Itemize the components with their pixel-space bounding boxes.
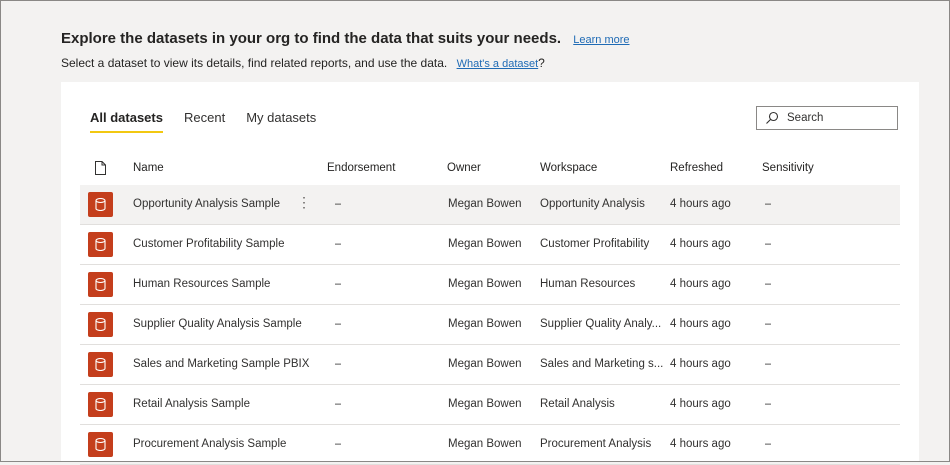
search-input[interactable] xyxy=(787,112,887,124)
table-row[interactable]: Opportunity Analysis Sample – Megan Bowe… xyxy=(80,185,900,225)
workspace-link[interactable]: Human Resources xyxy=(540,278,668,290)
dataset-icon xyxy=(88,192,113,217)
refreshed-value: 4 hours ago xyxy=(670,318,731,330)
dataset-list: Opportunity Analysis Sample – Megan Bowe… xyxy=(80,185,900,465)
table-row[interactable]: Sales and Marketing Sample PBIX – Megan … xyxy=(80,345,900,385)
owner-value: Megan Bowen xyxy=(448,398,522,410)
tab-recent[interactable]: Recent xyxy=(184,110,225,133)
tab-all-datasets[interactable]: All datasets xyxy=(90,110,163,133)
sensitivity-value: – xyxy=(765,438,772,450)
sensitivity-value: – xyxy=(765,318,772,330)
dataset-icon xyxy=(88,392,113,417)
endorsement-value: – xyxy=(335,398,342,410)
endorsement-value: – xyxy=(335,318,342,330)
dataset-name[interactable]: Sales and Marketing Sample PBIX xyxy=(133,358,323,370)
workspace-link[interactable]: Procurement Analysis xyxy=(540,438,668,450)
sensitivity-value: – xyxy=(765,358,772,370)
column-header-name[interactable]: Name xyxy=(133,162,164,174)
refreshed-value: 4 hours ago xyxy=(670,438,731,450)
dataset-icon xyxy=(88,272,113,297)
owner-value: Megan Bowen xyxy=(448,438,522,450)
column-header-owner[interactable]: Owner xyxy=(447,162,481,174)
more-options-icon[interactable]: ⋮ xyxy=(297,195,311,209)
refreshed-value: 4 hours ago xyxy=(670,238,731,250)
workspace-link[interactable]: Customer Profitability xyxy=(540,238,668,250)
search-icon xyxy=(766,111,779,124)
refreshed-value: 4 hours ago xyxy=(670,278,731,290)
sensitivity-value: – xyxy=(765,278,772,290)
dataset-icon xyxy=(88,312,113,337)
search-box[interactable] xyxy=(756,106,898,130)
column-header-sensitivity[interactable]: Sensitivity xyxy=(762,162,814,174)
column-header-refreshed[interactable]: Refreshed xyxy=(670,162,723,174)
sensitivity-value: – xyxy=(765,198,772,210)
workspace-link[interactable]: Supplier Quality Analy... xyxy=(540,318,668,330)
table-row[interactable]: Human Resources Sample – Megan Bowen Hum… xyxy=(80,265,900,305)
file-icon xyxy=(95,161,106,175)
dataset-icon xyxy=(88,352,113,377)
table-header: Name Endorsement Owner Workspace Refresh… xyxy=(80,153,900,186)
endorsement-value: – xyxy=(335,358,342,370)
whats-a-dataset-link[interactable]: What's a dataset xyxy=(457,58,539,70)
owner-value: Megan Bowen xyxy=(448,358,522,370)
dataset-icon xyxy=(88,432,113,457)
tab-bar: All datasets Recent My datasets xyxy=(90,110,337,133)
dataset-name[interactable]: Customer Profitability Sample xyxy=(133,238,323,250)
page-title-text: Explore the datasets in your org to find… xyxy=(61,30,562,47)
table-row[interactable]: Supplier Quality Analysis Sample – Megan… xyxy=(80,305,900,345)
table-row[interactable]: Procurement Analysis Sample – Megan Bowe… xyxy=(80,425,900,465)
page-subtitle-text: Select a dataset to view its details, fi… xyxy=(61,56,448,70)
refreshed-value: 4 hours ago xyxy=(670,358,731,370)
workspace-link[interactable]: Opportunity Analysis xyxy=(540,198,668,210)
page-title: Explore the datasets in your org to find… xyxy=(61,30,630,47)
refreshed-value: 4 hours ago xyxy=(670,198,731,210)
dataset-icon xyxy=(88,232,113,257)
dataset-name[interactable]: Opportunity Analysis Sample xyxy=(133,198,323,210)
dataset-name[interactable]: Supplier Quality Analysis Sample xyxy=(133,318,323,330)
endorsement-value: – xyxy=(335,278,342,290)
endorsement-value: – xyxy=(335,198,342,210)
dataset-name[interactable]: Procurement Analysis Sample xyxy=(133,438,323,450)
owner-value: Megan Bowen xyxy=(448,318,522,330)
table-row[interactable]: Retail Analysis Sample – Megan Bowen Ret… xyxy=(80,385,900,425)
dataset-name[interactable]: Human Resources Sample xyxy=(133,278,323,290)
datasets-panel: All datasets Recent My datasets Name End… xyxy=(61,82,919,465)
owner-value: Megan Bowen xyxy=(448,238,522,250)
sensitivity-value: – xyxy=(765,238,772,250)
owner-value: Megan Bowen xyxy=(448,198,522,210)
owner-value: Megan Bowen xyxy=(448,278,522,290)
column-header-endorsement[interactable]: Endorsement xyxy=(327,162,395,174)
refreshed-value: 4 hours ago xyxy=(670,398,731,410)
dataset-name[interactable]: Retail Analysis Sample xyxy=(133,398,323,410)
question-mark: ? xyxy=(538,56,545,70)
column-header-workspace[interactable]: Workspace xyxy=(540,162,597,174)
table-row[interactable]: Customer Profitability Sample – Megan Bo… xyxy=(80,225,900,265)
workspace-link[interactable]: Retail Analysis xyxy=(540,398,668,410)
workspace-link[interactable]: Sales and Marketing s... xyxy=(540,358,668,370)
sensitivity-value: – xyxy=(765,398,772,410)
endorsement-value: – xyxy=(335,238,342,250)
learn-more-link[interactable]: Learn more xyxy=(573,34,629,46)
endorsement-value: – xyxy=(335,438,342,450)
page-subtitle: Select a dataset to view its details, fi… xyxy=(61,56,545,70)
tab-my-datasets[interactable]: My datasets xyxy=(246,110,316,133)
